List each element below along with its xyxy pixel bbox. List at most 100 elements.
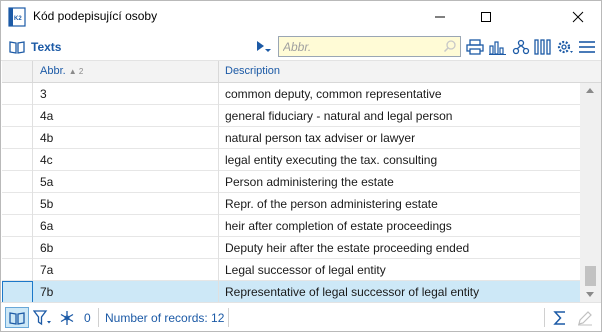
sum-icon <box>553 311 565 325</box>
row-selector[interactable] <box>2 237 33 259</box>
filter-icon <box>33 310 51 326</box>
column-header-abbr[interactable]: Abbr. ▲ 2 <box>33 61 219 83</box>
cell-abbr: 5a <box>33 171 219 193</box>
search-box[interactable] <box>278 36 461 57</box>
row-selector[interactable] <box>2 105 33 127</box>
grid-rows: 3 common deputy, common representative 4… <box>2 83 580 303</box>
cell-description: general fiduciary - natural and legal pe… <box>225 109 453 123</box>
settings-button[interactable] <box>555 38 575 56</box>
cell-abbr: 7a <box>33 259 219 281</box>
svg-text:K2: K2 <box>14 16 22 22</box>
maximize-button[interactable] <box>463 1 509 32</box>
print-button[interactable] <box>465 38 485 56</box>
filter-button[interactable] <box>33 308 53 328</box>
scroll-down-icon[interactable] <box>586 292 594 297</box>
status-divider <box>98 308 99 327</box>
cell-abbr: 6a <box>33 215 219 237</box>
freeze-button[interactable] <box>59 308 75 328</box>
tree-icon <box>512 39 530 55</box>
chart-icon <box>489 41 506 55</box>
tree-button[interactable] <box>511 38 531 56</box>
table-row[interactable]: 6a heir after completion of estate proce… <box>2 215 580 237</box>
table-row[interactable]: 5a Person administering the estate <box>2 171 580 193</box>
cell-description: heir after completion of estate proceedi… <box>225 219 452 233</box>
close-icon <box>572 11 584 22</box>
row-selector[interactable] <box>2 281 33 303</box>
chevron-down-icon[interactable] <box>265 49 271 52</box>
vertical-scrollbar[interactable] <box>580 83 601 302</box>
cell-abbr: 7b <box>33 281 219 303</box>
column-header-description-label: Description <box>225 65 281 77</box>
k2-app-icon: K2 <box>8 7 26 27</box>
table-row[interactable]: 3 common deputy, common representative <box>2 83 580 105</box>
title-bar: K2 Kód podepisující osoby <box>1 1 601 32</box>
row-selector[interactable] <box>2 215 33 237</box>
window-title: Kód podepisující osoby <box>33 9 158 23</box>
edit-button[interactable] <box>577 308 593 328</box>
settings-icon <box>557 40 573 54</box>
cell-description: Repr. of the person administering estate <box>225 197 438 211</box>
print-icon <box>466 39 484 55</box>
cell-abbr: 5b <box>33 193 219 215</box>
row-selector[interactable] <box>2 149 33 171</box>
pencil-icon <box>578 311 592 326</box>
cell-abbr: 6b <box>33 237 219 259</box>
book-icon <box>9 311 25 325</box>
cell-description: Deputy heir after the estate proceeding … <box>225 241 470 255</box>
status-divider <box>228 308 229 327</box>
cell-description: Legal successor of legal entity <box>225 263 386 277</box>
table-row[interactable]: 4b natural person tax adviser or lawyer <box>2 127 580 149</box>
status-bar: 0 Number of records: 12 <box>1 302 601 331</box>
table-row-selected[interactable]: 7b Representative of legal successor of … <box>2 281 580 303</box>
application-window: K2 Kód podepisující osoby Texts Abbr. Ab… <box>0 0 602 332</box>
table-row[interactable]: 4c legal entity executing the tax. consu… <box>2 149 580 171</box>
cell-description: common deputy, common representative <box>225 87 442 101</box>
header-selector[interactable] <box>2 61 33 83</box>
menu-icon <box>579 41 595 53</box>
minimize-button[interactable] <box>417 1 463 32</box>
table-row[interactable]: 6b Deputy heir after the estate proceedi… <box>2 237 580 259</box>
close-button[interactable] <box>555 1 601 32</box>
filter-count: 0 <box>84 311 91 325</box>
minimize-icon <box>435 16 445 17</box>
search-input[interactable] <box>279 37 439 56</box>
scroll-thumb[interactable] <box>585 266 596 286</box>
cell-description: Person administering the estate <box>225 175 394 189</box>
maximize-icon <box>481 11 491 22</box>
cell-abbr: 4c <box>33 149 219 171</box>
toolbar: Texts <box>1 32 601 61</box>
sort-ascending-icon: ▲ 2 <box>68 67 84 76</box>
table-row[interactable]: 5b Repr. of the person administering est… <box>2 193 580 215</box>
columns-button[interactable] <box>533 38 553 56</box>
row-selector[interactable] <box>2 259 33 281</box>
cell-abbr: 4b <box>33 127 219 149</box>
grid-header: Abbr. ▲ 2 Description <box>2 61 601 83</box>
table-row[interactable]: 4a general fiduciary - natural and legal… <box>2 105 580 127</box>
cell-abbr: 3 <box>33 83 219 105</box>
cell-abbr: 4a <box>33 105 219 127</box>
play-icon[interactable] <box>257 41 264 51</box>
menu-button[interactable] <box>577 38 597 56</box>
cell-description: legal entity executing the tax. consulti… <box>225 153 438 167</box>
table-row[interactable]: 7a Legal successor of legal entity <box>2 259 580 281</box>
record-count: Number of records: 12 <box>105 311 225 325</box>
row-selector[interactable] <box>2 193 33 215</box>
cell-description: Representative of legal successor of leg… <box>225 285 480 299</box>
texts-label: Texts <box>31 40 62 54</box>
cell-description: natural person tax adviser or lawyer <box>225 131 416 145</box>
row-selector[interactable] <box>2 171 33 193</box>
column-header-abbr-label: Abbr. <box>40 65 66 77</box>
column-header-description[interactable]: Description <box>219 61 580 83</box>
scroll-up-icon[interactable] <box>586 88 594 93</box>
row-selector[interactable] <box>2 127 33 149</box>
columns-icon <box>534 39 551 55</box>
records-grid: Abbr. ▲ 2 Description 3 common deputy, co… <box>2 61 601 303</box>
status-divider <box>544 308 545 327</box>
row-selector[interactable] <box>2 83 33 105</box>
book-icon <box>9 41 25 54</box>
sum-button[interactable] <box>552 308 568 328</box>
book-view-button[interactable] <box>5 307 29 328</box>
texts-button[interactable]: Texts <box>9 37 61 57</box>
search-icon[interactable] <box>443 39 457 53</box>
chart-button[interactable] <box>488 38 508 56</box>
